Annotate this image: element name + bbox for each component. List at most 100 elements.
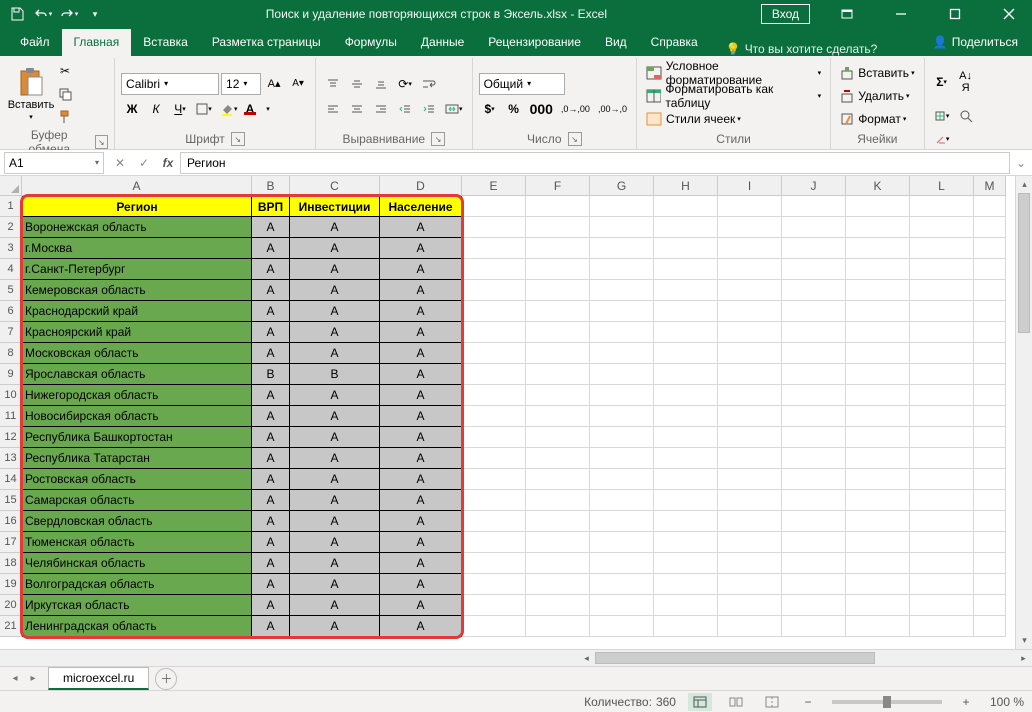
cell[interactable] bbox=[974, 532, 1006, 553]
cell[interactable] bbox=[782, 301, 846, 322]
cell[interactable]: A bbox=[290, 427, 380, 448]
cell[interactable] bbox=[462, 238, 526, 259]
cell[interactable] bbox=[910, 448, 974, 469]
cell[interactable]: A bbox=[380, 490, 462, 511]
cell[interactable]: Ленинградская область bbox=[22, 616, 252, 637]
cell[interactable] bbox=[590, 385, 654, 406]
cell[interactable] bbox=[462, 217, 526, 238]
cell[interactable] bbox=[974, 280, 1006, 301]
cell[interactable] bbox=[974, 490, 1006, 511]
cell[interactable] bbox=[846, 532, 910, 553]
cell[interactable] bbox=[526, 322, 590, 343]
cell[interactable]: A bbox=[290, 532, 380, 553]
cell[interactable] bbox=[846, 469, 910, 490]
cell[interactable] bbox=[974, 343, 1006, 364]
conditional-formatting-button[interactable]: Условное форматирование▾ bbox=[643, 62, 824, 84]
cell[interactable] bbox=[590, 238, 654, 259]
ribbon-display-icon[interactable] bbox=[824, 0, 870, 28]
cell[interactable] bbox=[654, 217, 718, 238]
cell[interactable] bbox=[974, 364, 1006, 385]
cell[interactable] bbox=[782, 343, 846, 364]
cell[interactable] bbox=[526, 259, 590, 280]
cell[interactable] bbox=[910, 301, 974, 322]
cell[interactable] bbox=[526, 511, 590, 532]
cell[interactable]: A bbox=[380, 301, 462, 322]
cell[interactable] bbox=[846, 448, 910, 469]
cell[interactable] bbox=[910, 553, 974, 574]
cell[interactable] bbox=[910, 343, 974, 364]
cell[interactable]: A bbox=[380, 595, 462, 616]
cell[interactable] bbox=[910, 259, 974, 280]
cell[interactable] bbox=[654, 343, 718, 364]
cell[interactable]: Тюменская область bbox=[22, 532, 252, 553]
cell[interactable]: Кемеровская область bbox=[22, 280, 252, 301]
scroll-up-icon[interactable]: ▴ bbox=[1016, 176, 1032, 193]
cell[interactable] bbox=[718, 511, 782, 532]
merge-center-icon[interactable]: ▾ bbox=[442, 98, 466, 120]
col-head-B[interactable]: B bbox=[252, 176, 290, 196]
font-size-combo[interactable]: 12▾ bbox=[221, 73, 261, 95]
tab-home[interactable]: Главная bbox=[62, 29, 132, 56]
cell[interactable] bbox=[654, 511, 718, 532]
tab-nav-first-icon[interactable]: ◂ bbox=[6, 670, 24, 688]
col-head-C[interactable]: C bbox=[290, 176, 380, 196]
cell[interactable]: A bbox=[252, 532, 290, 553]
scroll-right-icon[interactable]: ▸ bbox=[1015, 650, 1032, 666]
cell[interactable] bbox=[654, 196, 718, 217]
row-head[interactable]: 1 bbox=[0, 196, 22, 217]
row-head[interactable]: 7 bbox=[0, 322, 22, 343]
cell[interactable] bbox=[910, 595, 974, 616]
cell[interactable] bbox=[782, 553, 846, 574]
tell-me-input[interactable]: 💡 Что вы хотите сделать? bbox=[716, 42, 888, 56]
align-center-icon[interactable] bbox=[346, 98, 368, 120]
row-head[interactable]: 14 bbox=[0, 469, 22, 490]
cell[interactable] bbox=[462, 427, 526, 448]
delete-cells-button[interactable]: Удалить▾ bbox=[837, 85, 917, 107]
cell[interactable] bbox=[590, 259, 654, 280]
cell[interactable] bbox=[526, 196, 590, 217]
cell[interactable] bbox=[718, 364, 782, 385]
cell[interactable] bbox=[654, 238, 718, 259]
clear-icon[interactable]: ▾ bbox=[931, 128, 953, 150]
cell[interactable] bbox=[718, 595, 782, 616]
cell[interactable] bbox=[654, 427, 718, 448]
tab-file[interactable]: Файл bbox=[8, 29, 62, 56]
cell[interactable]: A bbox=[380, 616, 462, 637]
cell[interactable]: A bbox=[252, 301, 290, 322]
vscroll-thumb[interactable] bbox=[1018, 193, 1030, 333]
cell[interactable] bbox=[782, 511, 846, 532]
cell[interactable] bbox=[910, 511, 974, 532]
cell[interactable] bbox=[654, 301, 718, 322]
cell[interactable] bbox=[974, 469, 1006, 490]
row-head[interactable]: 18 bbox=[0, 553, 22, 574]
cell[interactable] bbox=[846, 385, 910, 406]
cell[interactable] bbox=[462, 385, 526, 406]
cell[interactable] bbox=[590, 595, 654, 616]
align-launcher[interactable]: ↘ bbox=[431, 132, 445, 146]
cell[interactable] bbox=[782, 364, 846, 385]
cell[interactable] bbox=[526, 616, 590, 637]
cell[interactable] bbox=[974, 322, 1006, 343]
cell[interactable] bbox=[782, 427, 846, 448]
underline-button[interactable]: Ч▾ bbox=[169, 98, 191, 120]
bold-button[interactable]: Ж bbox=[121, 98, 143, 120]
row-head[interactable]: 10 bbox=[0, 385, 22, 406]
cell[interactable] bbox=[526, 469, 590, 490]
qat-customize-icon[interactable]: ▾ bbox=[84, 3, 106, 25]
select-all-cell[interactable] bbox=[0, 176, 22, 196]
cell[interactable]: A bbox=[290, 322, 380, 343]
horizontal-scrollbar[interactable]: ◂ ▸ bbox=[0, 649, 1032, 666]
cell[interactable] bbox=[462, 595, 526, 616]
cell[interactable]: A bbox=[290, 574, 380, 595]
row-head[interactable]: 12 bbox=[0, 427, 22, 448]
tab-view[interactable]: Вид bbox=[593, 29, 639, 56]
cell[interactable]: Ростовская область bbox=[22, 469, 252, 490]
comma-icon[interactable]: 000 bbox=[527, 98, 556, 120]
cell[interactable]: г.Санкт-Петербург bbox=[22, 259, 252, 280]
add-sheet-icon[interactable]: ＋ bbox=[155, 668, 177, 690]
cell[interactable] bbox=[590, 616, 654, 637]
cell[interactable] bbox=[782, 238, 846, 259]
cell[interactable] bbox=[462, 280, 526, 301]
vertical-scrollbar[interactable]: ▴ ▾ bbox=[1015, 176, 1032, 649]
border-icon[interactable]: ▾ bbox=[193, 98, 215, 120]
